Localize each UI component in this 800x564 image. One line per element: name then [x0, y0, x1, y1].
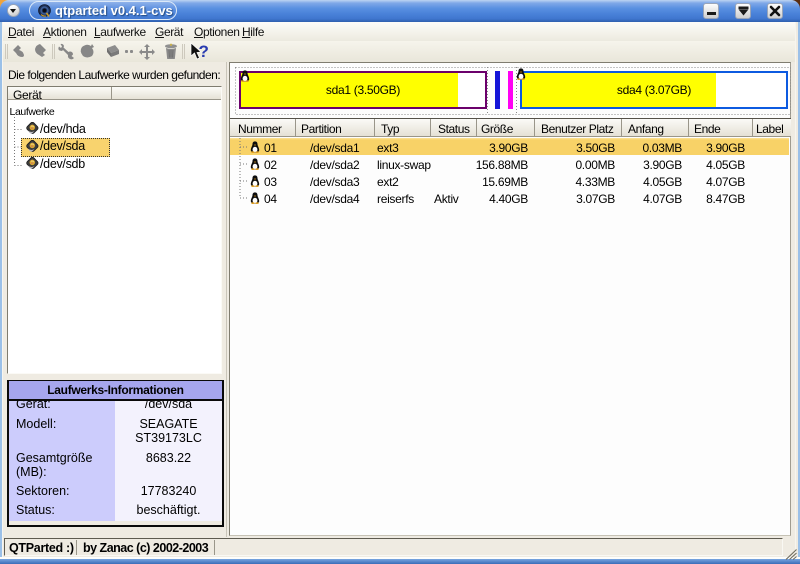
svg-text:?: ?	[199, 42, 209, 61]
